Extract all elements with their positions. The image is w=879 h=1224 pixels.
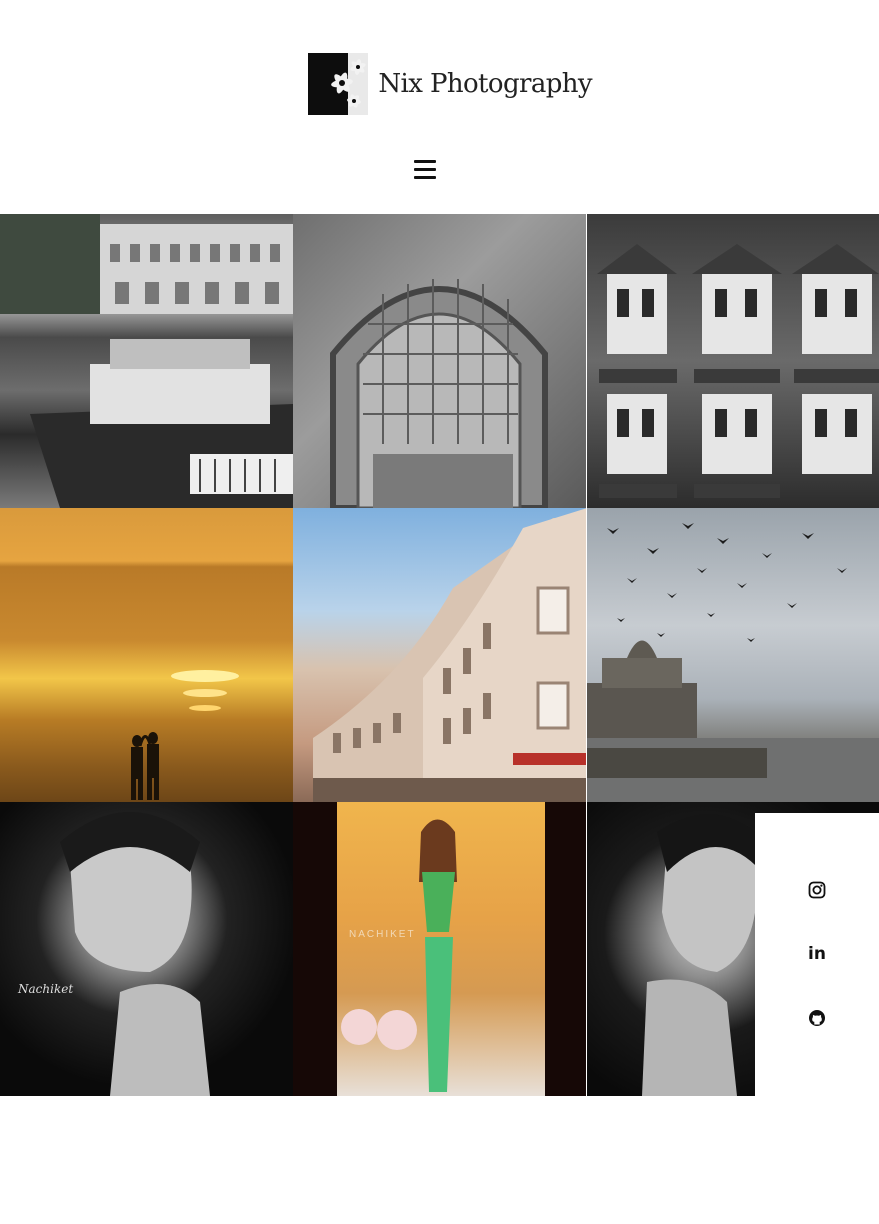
fashion-model-image [337,802,545,1096]
fashion-model-photo[interactable]: NACHIKET [293,802,586,1096]
hamburger-line [414,160,436,163]
photographer-signature: Nachiket [18,982,74,996]
linkedin-icon[interactable]: in [808,945,826,963]
beach-sunset-photo[interactable] [0,508,293,802]
curved-building-photo[interactable] [293,508,586,802]
hamburger-line [414,176,436,179]
gateway-birds-photo[interactable] [587,508,879,802]
social-links-panel: in [755,813,879,1103]
hamburger-line [414,168,436,171]
instagram-icon[interactable] [808,881,826,899]
carved-arch-photo[interactable] [293,214,586,508]
photographer-watermark: NACHIKET [349,929,416,940]
harbour-boats-photo[interactable] [0,214,293,508]
photo-gallery: Nachiket NACHIKET [0,214,879,1096]
site-logo[interactable]: Nix Photography [308,53,593,115]
logo-text: Nix Photography [378,69,592,99]
github-icon[interactable] [808,1009,826,1027]
hotel-windows-photo[interactable] [587,214,879,508]
portrait-woman-photo[interactable]: Nachiket [0,802,293,1096]
menu-toggle-button[interactable] [414,160,436,180]
flower-logo-icon [308,53,369,115]
